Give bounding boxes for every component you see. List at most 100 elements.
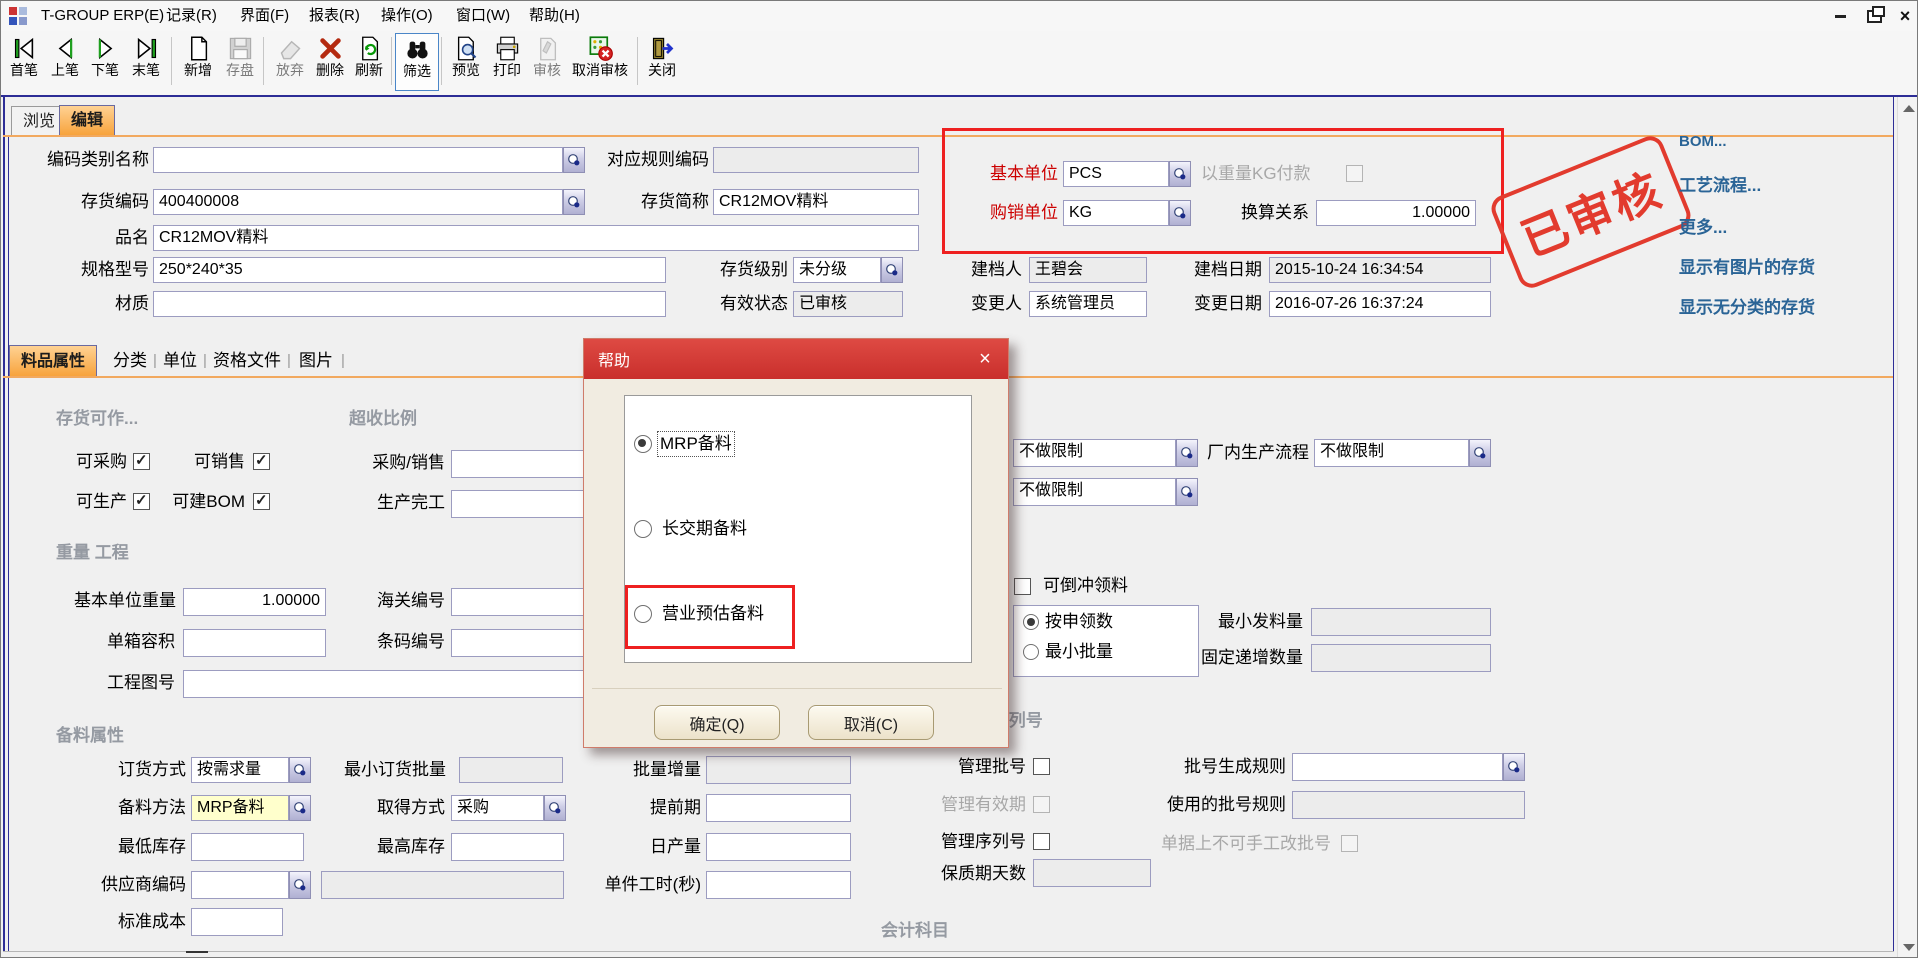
item-name-field[interactable]: CR12MOV精料: [153, 225, 919, 251]
last-record-button[interactable]: 末笔: [125, 33, 167, 91]
scroll-up-button[interactable]: [1898, 97, 1918, 119]
no-manual-batch-checkbox[interactable]: [1341, 835, 1358, 852]
item-code-lookup-button[interactable]: [563, 189, 585, 215]
pay-by-kg-checkbox[interactable]: [1346, 165, 1363, 182]
item-level-field[interactable]: 未分级: [793, 257, 881, 283]
menu-record[interactable]: 记录(R): [166, 6, 217, 26]
acquire-mode-lookup[interactable]: [544, 795, 566, 821]
conversion-field[interactable]: 1.00000: [1316, 200, 1476, 226]
can-produce-checkbox[interactable]: [133, 493, 150, 510]
option-business-forecast-label[interactable]: 营业预估备料: [662, 602, 764, 626]
option-long-lead-label[interactable]: 长交期备料: [662, 517, 747, 541]
print-button[interactable]: 打印: [487, 33, 527, 91]
manage-batch-checkbox[interactable]: [1033, 758, 1050, 775]
tab-unit[interactable]: 单位: [163, 348, 197, 374]
option-mrp-label[interactable]: MRP备料: [658, 432, 734, 456]
can-bom-checkbox[interactable]: [253, 493, 270, 510]
factory-flow-dropdown[interactable]: 不做限制: [1314, 439, 1469, 467]
min-stock-field[interactable]: [191, 833, 304, 861]
dialog-title-bar[interactable]: 帮助 ×: [584, 339, 1008, 379]
usage-limit-dropdown-1[interactable]: 不做限制: [1013, 439, 1176, 467]
issue-min-batch-radio[interactable]: [1023, 644, 1039, 660]
prev-record-button[interactable]: 上笔: [45, 33, 85, 91]
refresh-button[interactable]: 刷新: [349, 33, 389, 91]
option-long-lead-radio[interactable]: [634, 520, 652, 538]
save-button[interactable]: 存盘: [219, 33, 261, 91]
menu-operate[interactable]: 操作(O): [381, 6, 433, 26]
code-category-field[interactable]: [153, 147, 563, 173]
restore-button[interactable]: [1861, 5, 1887, 27]
dialog-close-button[interactable]: ×: [972, 346, 998, 372]
delete-button[interactable]: 删除: [309, 33, 351, 91]
link-show-with-image[interactable]: 显示有图片的存货: [1679, 253, 1815, 278]
next-record-button[interactable]: 下笔: [85, 33, 125, 91]
menu-window[interactable]: 窗口(W): [456, 6, 510, 26]
option-business-forecast-radio[interactable]: [634, 605, 652, 623]
first-record-button[interactable]: 首笔: [3, 33, 45, 91]
supplier-code-dropdown[interactable]: [191, 871, 289, 899]
trade-unit-field[interactable]: KG: [1063, 200, 1169, 226]
minimize-button[interactable]: [1827, 5, 1853, 27]
dialog-ok-button[interactable]: 确定(Q): [654, 705, 780, 740]
tab-picture[interactable]: 图片: [299, 348, 333, 374]
link-more[interactable]: 更多...: [1679, 213, 1727, 238]
daily-output-field[interactable]: [706, 833, 851, 861]
usage-limit-dropdown-2[interactable]: 不做限制: [1013, 478, 1176, 506]
code-category-lookup-button[interactable]: [563, 147, 585, 173]
dialog-cancel-button[interactable]: 取消(C): [808, 705, 934, 740]
manage-serial-checkbox[interactable]: [1033, 833, 1050, 850]
batch-rule-lookup[interactable]: [1503, 753, 1525, 781]
spec-field[interactable]: 250*240*35: [153, 257, 666, 283]
order-mode-lookup[interactable]: [289, 757, 311, 783]
base-unit-field[interactable]: PCS: [1063, 161, 1169, 187]
item-abbr-field[interactable]: CR12MOV精料: [713, 189, 919, 215]
menu-report[interactable]: 报表(R): [309, 6, 360, 26]
link-process-flow[interactable]: 工艺流程...: [1679, 171, 1761, 196]
factory-flow-lookup[interactable]: [1469, 439, 1491, 467]
base-weight-field[interactable]: 1.00000: [183, 588, 326, 616]
trade-unit-lookup-button[interactable]: [1169, 200, 1191, 226]
tab-edit[interactable]: 编辑: [59, 105, 115, 135]
close-form-button[interactable]: 关闭: [641, 33, 683, 91]
scroll-down-button[interactable]: [1898, 936, 1918, 958]
menu-tgroup-erp[interactable]: T-GROUP ERP(E): [41, 6, 164, 26]
acquire-mode-dropdown[interactable]: 采购: [451, 795, 544, 821]
vertical-scrollbar[interactable]: [1897, 97, 1918, 958]
issue-by-request-radio[interactable]: [1023, 614, 1039, 630]
tab-classification[interactable]: 分类: [113, 348, 147, 374]
base-unit-lookup-button[interactable]: [1169, 161, 1191, 187]
usage-limit-lookup-1[interactable]: [1176, 439, 1198, 467]
discard-button[interactable]: 放弃: [269, 33, 311, 91]
link-show-unclassified[interactable]: 显示无分类的存货: [1679, 293, 1815, 318]
box-volume-field[interactable]: [183, 629, 326, 657]
batch-rule-dropdown[interactable]: [1292, 753, 1503, 781]
usage-limit-lookup-2[interactable]: [1176, 478, 1198, 506]
cancel-approve-button[interactable]: 取消审核: [567, 33, 633, 91]
tab-qualification-files[interactable]: 资格文件: [213, 348, 281, 374]
order-mode-dropdown[interactable]: 按需求量: [191, 757, 289, 783]
filter-button[interactable]: 筛选: [395, 33, 439, 91]
item-level-lookup-button[interactable]: [881, 257, 903, 283]
approve-button[interactable]: 审核: [527, 33, 567, 91]
tab-item-attributes[interactable]: 料品属性: [9, 345, 97, 376]
new-button[interactable]: 新增: [177, 33, 219, 91]
option-mrp-radio[interactable]: [634, 435, 652, 453]
lead-time-field[interactable]: [706, 794, 851, 822]
std-cost-field[interactable]: [191, 908, 283, 936]
manage-expiry-checkbox[interactable]: [1033, 796, 1050, 813]
close-window-button[interactable]: ×: [1892, 5, 1918, 27]
supplier-code-lookup[interactable]: [289, 871, 311, 899]
unit-hours-field[interactable]: [706, 871, 851, 899]
item-code-field[interactable]: 400400008: [153, 189, 563, 215]
can-purchase-checkbox[interactable]: [133, 453, 150, 470]
stock-method-lookup[interactable]: [289, 795, 311, 821]
max-stock-field[interactable]: [451, 833, 564, 861]
menu-help[interactable]: 帮助(H): [529, 6, 580, 26]
menu-interface[interactable]: 界面(F): [240, 6, 289, 26]
backflush-checkbox[interactable]: [1014, 578, 1031, 595]
stock-method-dropdown[interactable]: MRP备料: [191, 795, 289, 821]
preview-button[interactable]: 预览: [445, 33, 487, 91]
link-bom[interactable]: BOM...: [1679, 133, 1727, 150]
can-sell-checkbox[interactable]: [253, 453, 270, 470]
material-field[interactable]: [153, 291, 666, 317]
